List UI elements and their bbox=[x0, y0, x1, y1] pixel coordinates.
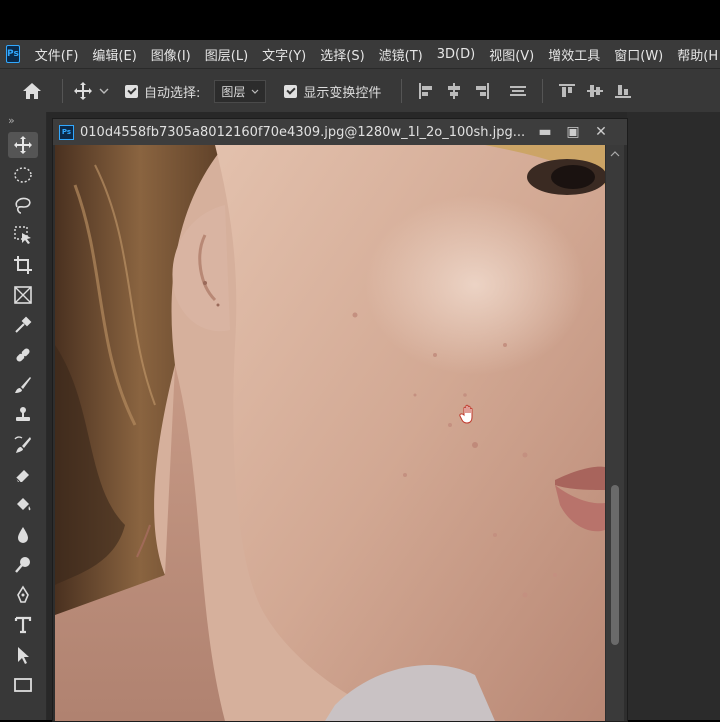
image-canvas[interactable] bbox=[55, 145, 605, 721]
portrait-photo bbox=[55, 145, 605, 721]
scroll-up-icon[interactable] bbox=[606, 148, 624, 160]
brush-tool-icon[interactable] bbox=[8, 372, 38, 398]
align-vertical-center-icon[interactable] bbox=[587, 83, 604, 99]
home-icon[interactable] bbox=[12, 82, 52, 100]
workspace-right-area bbox=[627, 112, 720, 720]
menu-image[interactable]: 图像(I) bbox=[144, 45, 198, 64]
align-left-icon[interactable] bbox=[418, 83, 434, 99]
document-window: Ps 010d4558fb7305a8012160f70e4309.jpg@12… bbox=[52, 118, 628, 722]
document-title: 010d4558fb7305a8012160f70e4309.jpg@1280w… bbox=[80, 124, 526, 140]
clone-stamp-tool-icon[interactable] bbox=[8, 402, 38, 428]
vertical-scrollbar[interactable] bbox=[606, 145, 624, 721]
close-button[interactable]: ✕ bbox=[587, 122, 615, 142]
align-top-icon[interactable] bbox=[559, 83, 576, 99]
photoshop-document-icon: Ps bbox=[59, 124, 74, 140]
auto-select-value: 图层 bbox=[221, 84, 246, 99]
screen-top-bar bbox=[0, 0, 720, 40]
show-transform-label: 显示变换控件 bbox=[303, 85, 382, 101]
crop-tool-icon[interactable] bbox=[8, 252, 38, 278]
auto-select-label: 自动选择: bbox=[144, 85, 201, 101]
frame-tool-icon[interactable] bbox=[8, 282, 38, 308]
auto-select-dropdown[interactable]: 图层 bbox=[214, 79, 267, 103]
lasso-tool-icon[interactable] bbox=[8, 192, 38, 218]
menu-layer[interactable]: 图层(L) bbox=[198, 45, 255, 64]
align-bottom-icon[interactable] bbox=[615, 83, 632, 99]
minimize-button[interactable]: ▬ bbox=[531, 122, 559, 142]
menu-3d[interactable]: 3D(D) bbox=[430, 47, 482, 62]
blur-tool-icon[interactable] bbox=[8, 522, 38, 548]
elliptical-marquee-tool-icon[interactable] bbox=[8, 162, 38, 188]
type-tool-icon[interactable] bbox=[8, 612, 38, 638]
scrollbar-thumb[interactable] bbox=[611, 485, 619, 645]
eyedropper-tool-icon[interactable] bbox=[8, 312, 38, 338]
auto-select-checkbox[interactable] bbox=[125, 84, 138, 98]
show-transform-checkbox[interactable] bbox=[284, 84, 298, 98]
toolbar-collapse-icon[interactable]: » bbox=[8, 114, 46, 128]
eraser-tool-icon[interactable] bbox=[8, 462, 38, 488]
align-right-icon[interactable] bbox=[474, 83, 490, 99]
align-top-edges-icon[interactable] bbox=[510, 83, 527, 99]
rectangle-tool-icon[interactable] bbox=[8, 672, 38, 698]
menu-bar: Ps 文件(F) 编辑(E) 图像(I) 图层(L) 文字(Y) 选择(S) 滤… bbox=[0, 40, 720, 68]
menu-type[interactable]: 文字(Y) bbox=[255, 45, 313, 64]
options-separator bbox=[401, 79, 403, 103]
path-selection-tool-icon[interactable] bbox=[8, 642, 38, 668]
history-brush-tool-icon[interactable] bbox=[8, 432, 38, 458]
menu-plugins[interactable]: 增效工具 bbox=[541, 45, 607, 64]
object-selection-tool-icon[interactable] bbox=[8, 222, 38, 248]
document-title-bar[interactable]: Ps 010d4558fb7305a8012160f70e4309.jpg@12… bbox=[53, 119, 627, 145]
tools-panel: » bbox=[0, 112, 47, 720]
chevron-down-icon[interactable] bbox=[99, 88, 109, 94]
align-horizontal-center-icon[interactable] bbox=[446, 83, 462, 99]
options-separator bbox=[542, 79, 544, 103]
menu-select[interactable]: 选择(S) bbox=[313, 45, 371, 64]
chevron-down-icon bbox=[251, 89, 259, 94]
auto-select-toggle[interactable]: 自动选择: bbox=[125, 82, 200, 101]
options-bar: 自动选择: 图层 显示变换控件 bbox=[0, 68, 720, 113]
menu-window[interactable]: 窗口(W) bbox=[607, 45, 670, 64]
move-tool-icon[interactable] bbox=[8, 132, 38, 158]
show-transform-toggle[interactable]: 显示变换控件 bbox=[284, 82, 381, 101]
paint-bucket-tool-icon[interactable] bbox=[8, 492, 38, 518]
move-tool-preset-icon[interactable] bbox=[73, 81, 93, 101]
pen-tool-icon[interactable] bbox=[8, 582, 38, 608]
menu-help[interactable]: 帮助(H bbox=[670, 45, 720, 64]
maximize-button[interactable]: ▣ bbox=[559, 122, 587, 142]
menu-view[interactable]: 视图(V) bbox=[482, 45, 541, 64]
dodge-tool-icon[interactable] bbox=[8, 552, 38, 578]
healing-brush-tool-icon[interactable] bbox=[8, 342, 38, 368]
menu-filter[interactable]: 滤镜(T) bbox=[372, 45, 430, 64]
photoshop-logo-icon: Ps bbox=[6, 45, 20, 63]
options-separator bbox=[62, 79, 63, 103]
menu-file[interactable]: 文件(F) bbox=[28, 45, 86, 64]
menu-edit[interactable]: 编辑(E) bbox=[85, 45, 143, 64]
